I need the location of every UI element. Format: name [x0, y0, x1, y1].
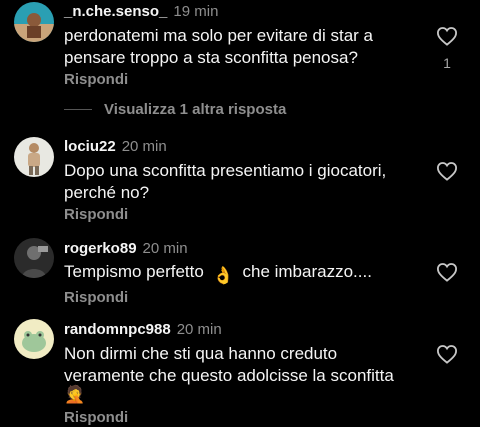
comment-text-part: che imbarazzo.... [242, 262, 372, 281]
person-avatar-icon[interactable] [14, 137, 54, 177]
comment-text: perdonatemi ma solo per evitare di star … [64, 26, 373, 67]
reply-button[interactable]: Rispondi [64, 206, 128, 224]
comment-text: Dopo una sconfitta presentiamo i giocato… [64, 161, 387, 202]
divider-line [64, 108, 92, 110]
ok-hand-emoji: 👌 [212, 266, 234, 285]
heart-icon[interactable] [436, 161, 458, 181]
comment-time: 20 min [142, 240, 188, 257]
comment-username[interactable]: randomnpc988 [64, 321, 171, 338]
comment-text-part: Tempismo perfetto [64, 262, 204, 281]
heart-icon[interactable] [436, 344, 458, 364]
reply-button[interactable]: Rispondi [64, 289, 128, 307]
comment-text: Tempismo perfetto 👌 che imbarazzo.... [64, 261, 409, 287]
reply-button[interactable]: Rispondi [64, 409, 128, 427]
dark-person-avatar-icon[interactable] [14, 238, 54, 278]
comment-username[interactable]: rogerko89 [64, 240, 137, 257]
heart-icon[interactable] [436, 262, 458, 282]
frog-avatar-icon[interactable] [14, 319, 54, 359]
comment-text: Non dirmi che sti qua hanno creduto vera… [64, 344, 394, 385]
view-more-replies-label: Visualizza 1 altra risposta [104, 100, 287, 118]
comment-time: 19 min [173, 3, 219, 20]
like-count: 1 [443, 55, 451, 71]
comment-username[interactable]: _n.che.senso_ [64, 3, 167, 20]
comment-time: 20 min [121, 138, 167, 155]
view-more-replies-button[interactable]: Visualizza 1 altra risposta [64, 98, 286, 120]
reply-button[interactable]: Rispondi [64, 71, 128, 89]
facepalm-emoji: 🤦 [64, 385, 86, 404]
heart-icon[interactable] [436, 26, 458, 46]
beach-avatar-icon[interactable] [14, 2, 54, 42]
comment-time: 20 min [176, 321, 222, 338]
comment-username[interactable]: lociu22 [64, 138, 116, 155]
